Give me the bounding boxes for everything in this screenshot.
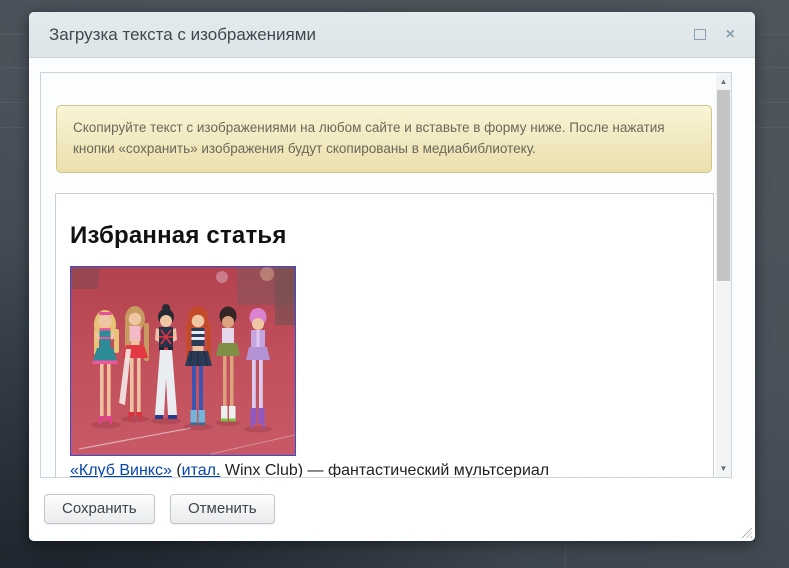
close-icon[interactable]: × — [726, 27, 735, 43]
background-column-divider — [565, 538, 566, 568]
dialog-title: Загрузка текста с изображениями — [49, 25, 694, 45]
article-heading: Избранная статья — [70, 223, 695, 249]
link-italian-lang[interactable]: итал. — [182, 462, 221, 478]
scrollbar[interactable]: ▲ ▼ — [716, 73, 731, 477]
maximize-icon[interactable] — [694, 29, 706, 40]
paste-form-area[interactable]: Скопируйте текст с изображениями на любо… — [40, 72, 732, 478]
article-paragraph: «Клуб Винкс» (итал. Winx Club) — фантаст… — [70, 460, 695, 478]
cancel-button[interactable]: Отменить — [170, 494, 275, 524]
instruction-notice: Скопируйте текст с изображениями на любо… — [56, 105, 712, 173]
article-photo[interactable] — [70, 266, 296, 456]
dialog-titlebar[interactable]: Загрузка текста с изображениями × — [29, 12, 755, 58]
resize-handle-icon[interactable] — [741, 527, 752, 538]
save-button[interactable]: Сохранить — [44, 494, 155, 524]
pasted-article[interactable]: Избранная статья — [55, 193, 714, 478]
scrollbar-thumb[interactable] — [717, 90, 730, 281]
dialog-body: Скопируйте текст с изображениями на любо… — [29, 58, 755, 478]
pasted-content: Скопируйте текст с изображениями на любо… — [41, 73, 716, 478]
dialog-footer: Сохранить Отменить — [29, 478, 755, 541]
upload-text-dialog: Загрузка текста с изображениями × Скопир… — [29, 12, 755, 541]
scroll-down-icon[interactable]: ▼ — [716, 460, 731, 476]
link-winx-club[interactable]: «Клуб Винкс» — [70, 462, 172, 478]
scroll-up-icon[interactable]: ▲ — [716, 73, 731, 89]
